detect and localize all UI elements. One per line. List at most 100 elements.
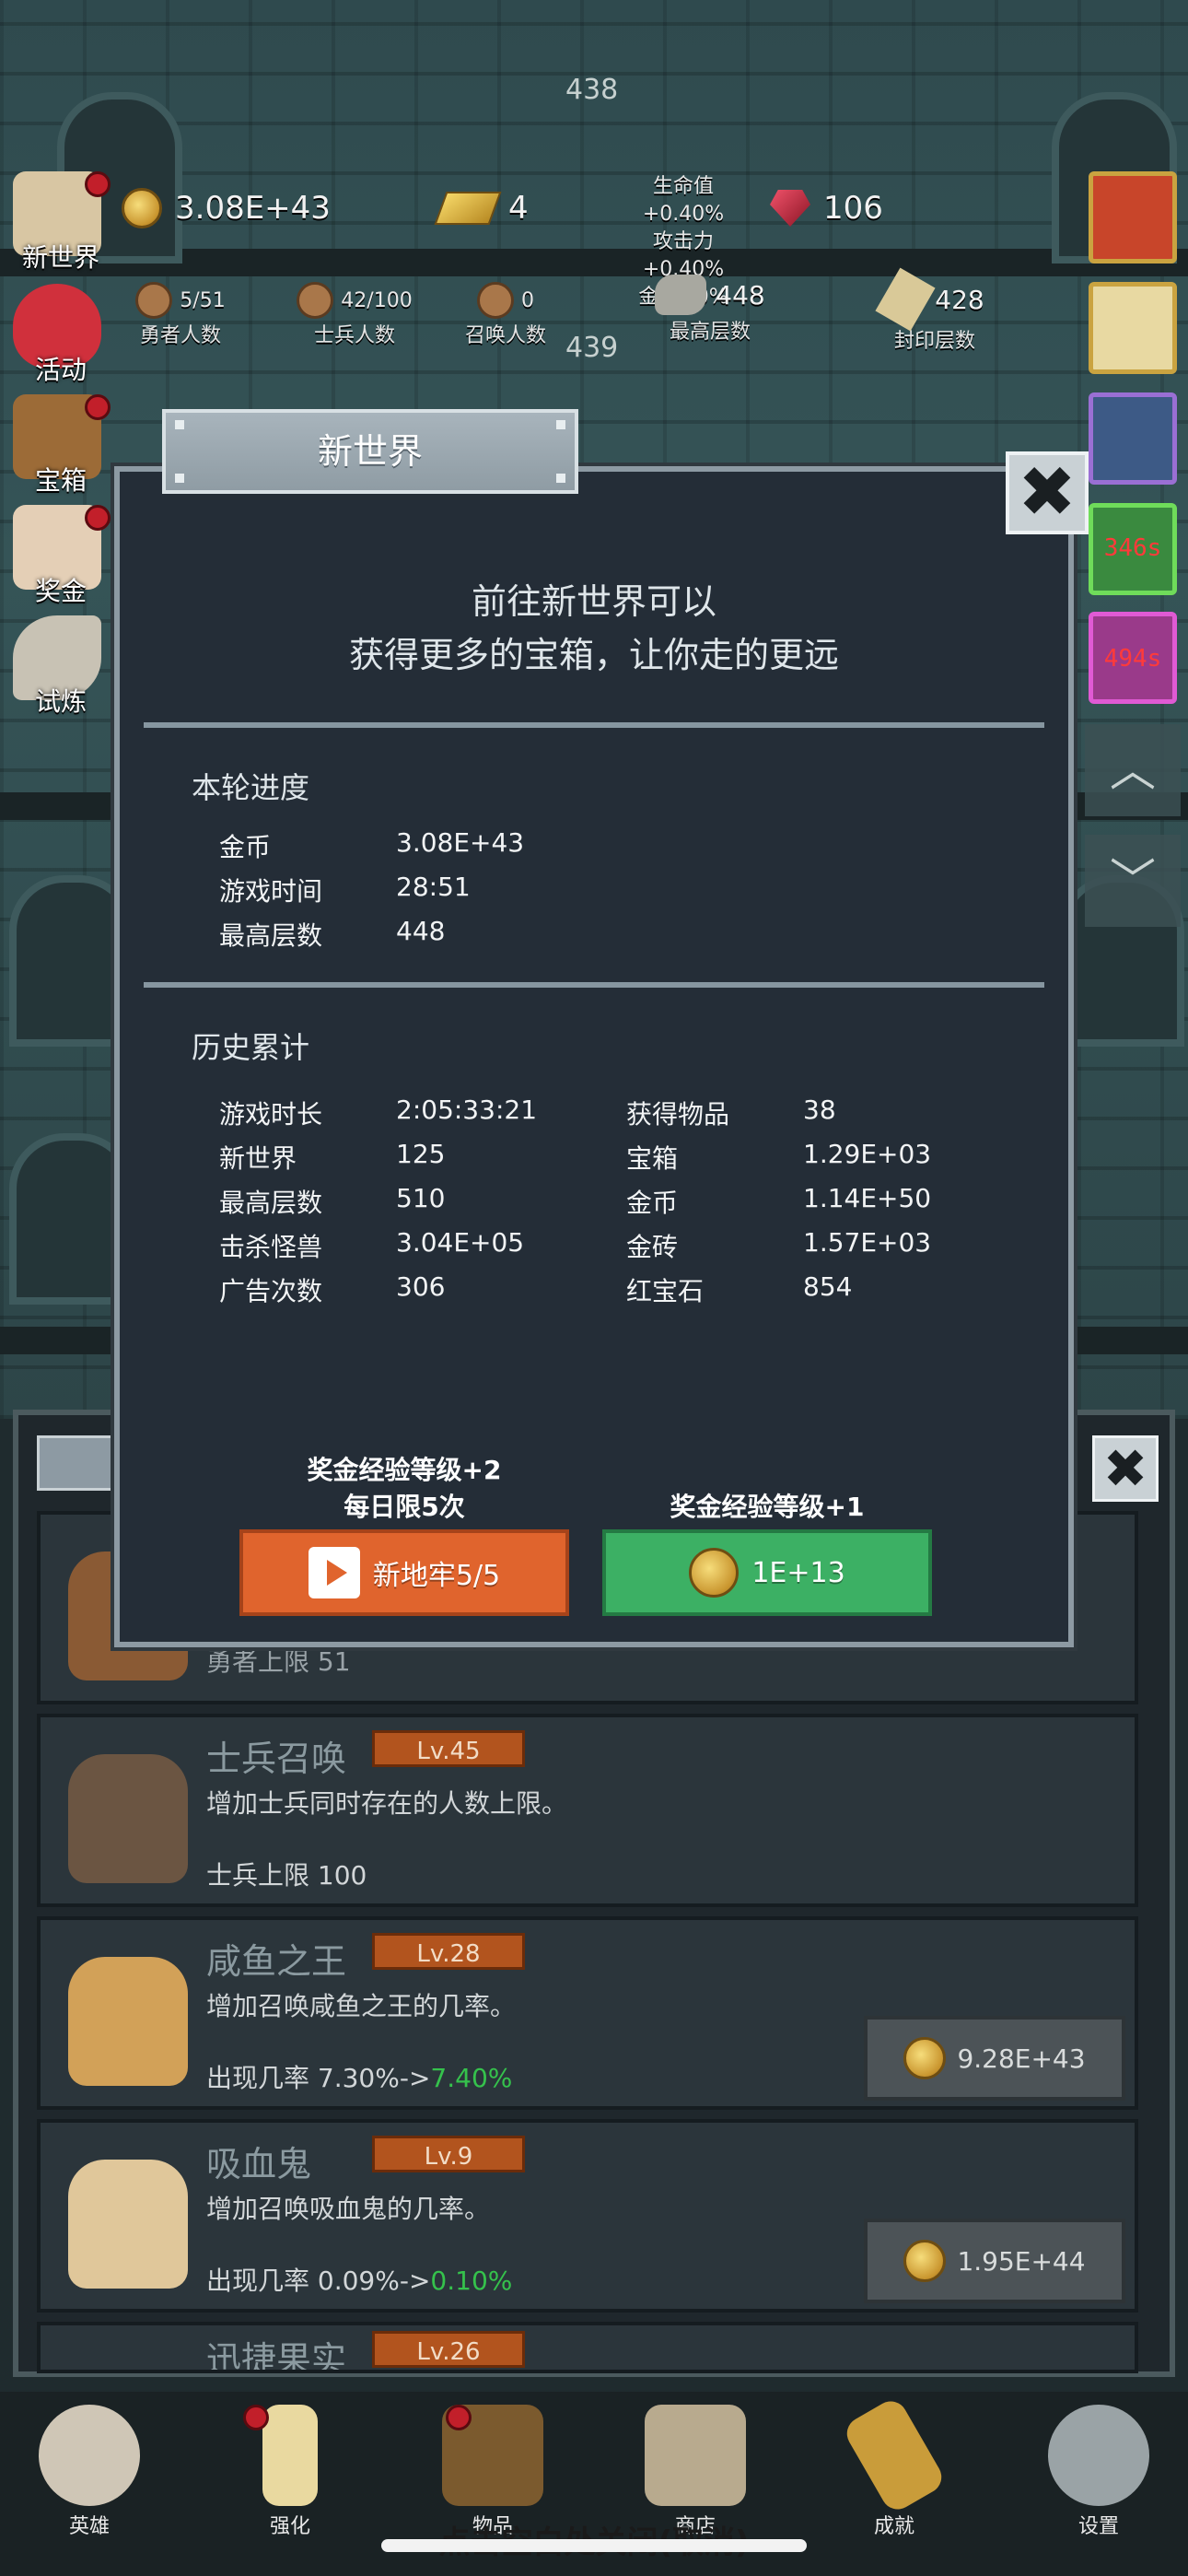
stat-value: 1.29E+03 — [803, 1139, 932, 1169]
side-menu-trial[interactable]: 试炼 — [6, 615, 107, 717]
upgrade-cost: 9.28E+43 — [957, 2043, 1086, 2074]
scroll-icon — [875, 267, 936, 332]
stat-value: 1.57E+03 — [803, 1227, 932, 1258]
upgrade-buy-button[interactable]: 9.28E+43 — [864, 2016, 1125, 2101]
scroll-down-button[interactable]: ﹀ — [1085, 835, 1181, 927]
candle-item[interactable] — [1089, 282, 1177, 374]
list-item: 士兵召唤 Lv.45 增加士兵同时存在的人数上限。 士兵上限 100 — [37, 1714, 1138, 1907]
upgrade-stat: 出现几率 0.09%->0.10% — [206, 2261, 512, 2298]
history-title: 历史累计 — [192, 1030, 310, 1065]
level-badge: Lv.9 — [372, 2136, 525, 2172]
buff-item[interactable] — [1089, 392, 1177, 485]
video-reward-text: 奖金经验等级+2 — [307, 1455, 502, 1485]
video-play-icon — [308, 1547, 360, 1598]
max-floor-label: 最高层数 — [669, 321, 751, 344]
stat-value: 1.14E+50 — [803, 1183, 932, 1213]
watch-video-new-dungeon-button[interactable]: 新地牢5/5 — [239, 1529, 569, 1616]
stat-value: 854 — [803, 1271, 853, 1302]
notification-dot — [243, 2405, 269, 2430]
stat-value: 448 — [396, 916, 446, 946]
coin-icon — [903, 2037, 947, 2079]
level-badge: Lv.28 — [372, 1933, 525, 1970]
notification-dot — [85, 171, 111, 197]
gold-bar-icon — [434, 192, 502, 225]
stat-value: 306 — [396, 1271, 446, 1302]
upgrade-cost: 1.95E+44 — [957, 2245, 1086, 2277]
gold-value: 3.08E+43 — [175, 190, 331, 227]
notification-dot — [85, 394, 111, 420]
rivet — [556, 420, 565, 429]
hero-count-stat: 5/51 勇者人数 — [116, 282, 245, 348]
stone-icon — [655, 275, 707, 315]
daily-limit-text: 每日限5次 — [344, 1492, 465, 1522]
stat-label: 宝箱 — [626, 1143, 679, 1174]
stat-label: 获得物品 — [626, 1099, 730, 1130]
notification-dot — [446, 2405, 472, 2430]
stat-label: 广告次数 — [219, 1276, 323, 1306]
summon-count-stat: 0 召唤人数 — [446, 282, 565, 348]
stat-current: 出现几率 0.09%-> — [206, 2266, 431, 2296]
dialog-close-button[interactable]: ✖ — [1006, 451, 1089, 534]
home-indicator[interactable] — [381, 2539, 807, 2552]
floor-number: 438 — [565, 74, 619, 106]
ruby-value: 106 — [823, 190, 883, 227]
buff-hp: 生命值+0.40% — [642, 175, 725, 226]
scroll-up-button[interactable]: ︿ — [1085, 724, 1181, 816]
soldier-count: 42/100 — [341, 288, 413, 312]
coin-icon — [903, 2240, 947, 2282]
chevron-down-icon: ﹀ — [1110, 854, 1156, 907]
gold-bar-value: 4 — [508, 190, 529, 227]
dialog-intro-line: 前往新世界可以 — [471, 581, 716, 622]
upgrade-name: 迅捷果实 — [206, 2339, 347, 2373]
side-menu-chest[interactable]: 宝箱 — [6, 394, 111, 496]
side-menu-bonus[interactable]: 奖金 — [6, 505, 111, 606]
buff-timer: 346s — [1103, 534, 1162, 562]
stat-label: 金砖 — [626, 1232, 679, 1262]
coin-icon — [122, 188, 162, 228]
stat-value: 3.08E+43 — [396, 827, 525, 858]
pay-coin-new-world-button[interactable]: 1E+13 — [602, 1529, 932, 1616]
stat-label: 金币 — [219, 832, 272, 862]
list-close-button[interactable]: ✖ — [1092, 1435, 1159, 1502]
upgrade-description: 增加士兵同时存在的人数上限。 — [206, 1788, 568, 1819]
stat-label: 击杀怪兽 — [219, 1232, 323, 1262]
salted-fish-king-avatar — [68, 1957, 188, 2086]
section-divider — [144, 722, 1044, 728]
upgrade-stat: 出现几率 7.30%->7.40% — [206, 2058, 512, 2095]
key-icon — [841, 2395, 948, 2516]
upgrade-buy-button[interactable]: 1.95E+44 — [864, 2219, 1125, 2303]
stat-value: 2:05:33:21 — [396, 1095, 538, 1125]
soldier-count-label: 士兵人数 — [313, 324, 395, 347]
current-progress-title: 本轮进度 — [192, 770, 310, 805]
upgrade-description: 增加召唤吸血鬼的几率。 — [206, 2194, 491, 2224]
dialog-intro-line: 获得更多的宝箱，让你走的更远 — [348, 635, 839, 675]
upgrade-stat: 士兵上限 100 — [206, 1856, 367, 1892]
soldier-count-stat: 42/100 士兵人数 — [285, 282, 424, 348]
stat-label: 新世界 — [219, 1143, 297, 1174]
level-badge: Lv.26 — [372, 2331, 525, 2368]
dialog-title: 新世界 — [162, 409, 578, 494]
soldier-head-icon — [297, 282, 334, 319]
stat-label: 最高层数 — [219, 920, 323, 951]
side-menu-activity[interactable]: 活动 — [6, 284, 107, 385]
max-floor-value: 448 — [716, 279, 765, 310]
summon-head-icon — [477, 282, 514, 319]
section-divider — [144, 982, 1044, 988]
stat-current: 士兵上限 100 — [206, 1860, 367, 1891]
coin-icon — [689, 1548, 740, 1598]
summon-count-label: 召唤人数 — [464, 324, 546, 347]
stat-value: 28:51 — [396, 872, 471, 902]
side-menu-label: 活动 — [34, 355, 87, 385]
candle-icon — [262, 2405, 318, 2506]
stat-value: 510 — [396, 1183, 446, 1213]
stat-value: 3.04E+05 — [396, 1227, 525, 1258]
stat-current: 出现几率 7.30%-> — [206, 2063, 431, 2093]
pumpkin-item[interactable] — [1089, 171, 1177, 263]
level-badge: Lv.45 — [372, 1730, 525, 1767]
side-menu-label: 宝箱 — [34, 465, 87, 496]
rivet — [175, 420, 184, 429]
stat-label: 游戏时间 — [219, 876, 323, 907]
stat-label: 游戏时长 — [219, 1099, 323, 1130]
gold-bar-counter: 4 — [434, 190, 529, 227]
side-menu-new-world[interactable]: 新世界 — [6, 171, 111, 273]
